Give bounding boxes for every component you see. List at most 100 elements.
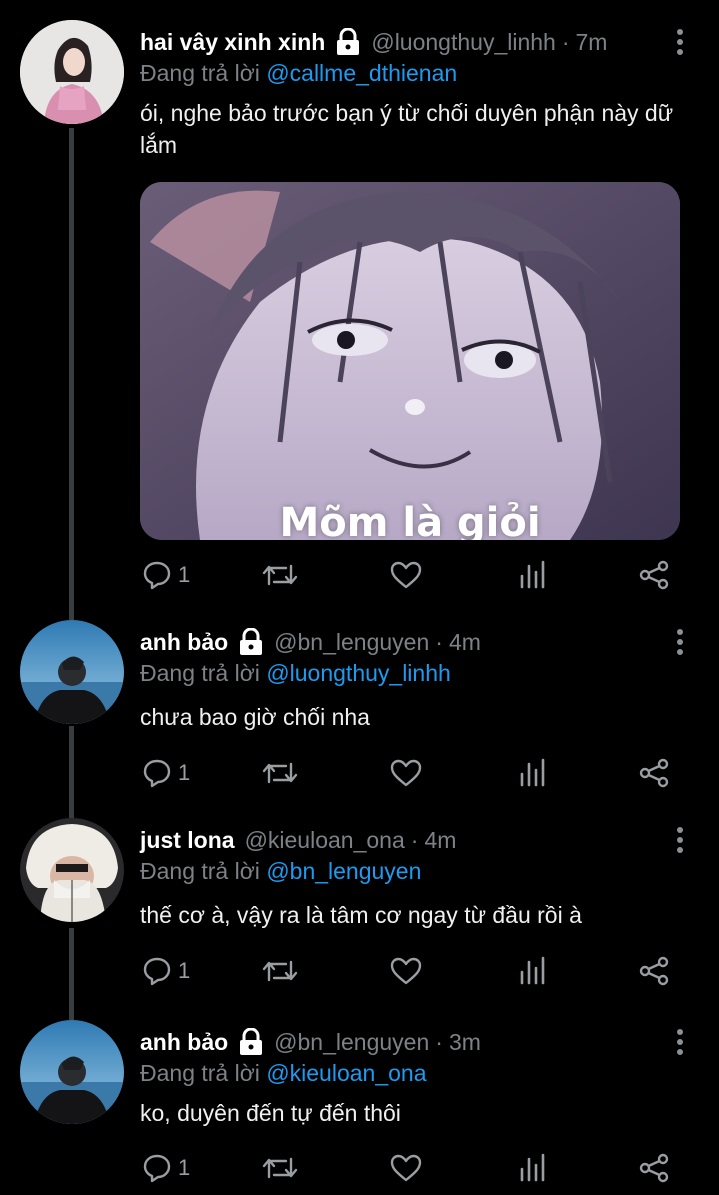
tweet-header: anh bảo @bn_lenguyen · 3m [140,1026,481,1058]
reply-count: 1 [178,760,191,785]
share-icon [638,560,670,590]
more-options-icon[interactable] [675,1028,685,1056]
reply-icon [142,1153,172,1183]
share-button[interactable] [638,753,670,793]
replying-to-label: Đang trả lời [140,660,260,686]
share-button[interactable] [638,1148,670,1188]
like-icon [390,1153,422,1183]
like-icon [390,560,422,590]
views-icon [519,758,547,788]
retweet-button[interactable] [262,753,298,793]
reply-icon [142,758,172,788]
share-icon [638,758,670,788]
display-name[interactable]: anh bảo [140,629,228,656]
tweet-header: just lona @kieuloan_ona · 4m [140,824,456,856]
tweet[interactable]: anh bảo @bn_lenguyen · 3m Đang trả lời @… [0,1020,719,1195]
retweet-button[interactable] [262,1148,298,1188]
replying-to: Đang trả lời @callme_dthienan [140,60,457,87]
retweet-icon [262,758,298,788]
tweet-actions: 1 [140,1148,675,1188]
timestamp[interactable]: 4m [424,827,456,854]
replying-to-label: Đang trả lời [140,1060,260,1086]
username[interactable]: @luongthuy_linhh [371,29,555,56]
separator-dot: · [435,628,443,655]
like-icon [390,956,422,986]
tweet[interactable]: hai vây xinh xinh @luongthuy_linhh · 7m … [0,20,719,606]
separator-dot: · [410,826,419,853]
like-button[interactable] [390,1148,422,1188]
reply-icon [142,956,172,986]
views-button[interactable] [519,753,547,793]
share-button[interactable] [638,555,670,595]
more-options-icon[interactable] [675,28,685,56]
views-button[interactable] [519,1148,547,1188]
retweet-icon [262,560,298,590]
replying-to-handle[interactable]: @callme_dthienan [266,60,457,86]
timestamp[interactable]: 4m [449,629,481,656]
tweet-header: anh bảo @bn_lenguyen · 4m [140,626,481,658]
meme-image [140,182,680,540]
reply-button[interactable]: 1 [142,951,190,991]
replying-to-label: Đang trả lời [140,858,260,884]
views-button[interactable] [519,555,547,595]
like-button[interactable] [390,753,422,793]
retweet-icon [262,956,298,986]
tweet-text: chưa bao giờ chối nha [140,704,370,730]
replying-to-handle[interactable]: @luongthuy_linhh [266,660,450,686]
tweet[interactable]: anh bảo @bn_lenguyen · 4m Đang trả lời @… [0,620,719,800]
tweet-header: hai vây xinh xinh @luongthuy_linhh · 7m [140,26,607,58]
like-button[interactable] [390,555,422,595]
avatar[interactable] [20,20,124,124]
more-options-icon[interactable] [675,628,685,656]
tweet-text: thế cơ à, vậy ra là tâm cơ ngay từ đầu r… [140,902,582,928]
replying-to: Đang trả lời @luongthuy_linhh [140,660,451,687]
retweet-button[interactable] [262,555,298,595]
display-name[interactable]: anh bảo [140,1029,228,1056]
display-name[interactable]: just lona [140,827,235,854]
reply-count: 1 [178,562,191,587]
share-button[interactable] [638,951,670,991]
views-button[interactable] [519,951,547,991]
like-icon [390,758,422,788]
retweet-icon [262,1153,298,1183]
replying-to-handle[interactable]: @bn_lenguyen [266,858,421,884]
more-options-icon[interactable] [675,826,685,854]
reply-icon [142,560,172,590]
avatar[interactable] [20,818,124,922]
tweet-text: ói, nghe bảo trước bạn ý từ chối duyên p… [140,100,674,158]
reply-button[interactable]: 1 [142,1148,190,1188]
timestamp[interactable]: 3m [449,1029,481,1056]
avatar[interactable] [20,1020,124,1124]
like-button[interactable] [390,951,422,991]
tweet-media[interactable]: Mõm là giỏi [140,182,680,540]
lock-icon [238,627,264,656]
views-icon [519,560,547,590]
username[interactable]: @kieuloan_ona [245,827,405,854]
reply-button[interactable]: 1 [142,555,190,595]
reply-button[interactable]: 1 [142,753,190,793]
username[interactable]: @bn_lenguyen [274,1029,429,1056]
display-name[interactable]: hai vây xinh xinh [140,29,325,56]
tweet-actions: 1 [140,555,675,595]
tweet[interactable]: just lona @kieuloan_ona · 4m Đang trả lờ… [0,818,719,998]
views-icon [519,1153,547,1183]
replying-to: Đang trả lời @kieuloan_ona [140,1060,427,1087]
reply-count: 1 [178,958,191,983]
username[interactable]: @bn_lenguyen [274,629,429,656]
share-icon [638,956,670,986]
replying-to-handle[interactable]: @kieuloan_ona [266,1060,426,1086]
media-caption: Mõm là giỏi [279,500,541,540]
separator-dot: · [561,28,570,55]
separator-dot: · [435,1028,443,1055]
tweet-actions: 1 [140,951,675,991]
lock-icon [238,1027,264,1056]
tweet-actions: 1 [140,753,675,793]
timestamp[interactable]: 7m [576,29,608,56]
lock-icon [335,27,361,56]
retweet-button[interactable] [262,951,298,991]
tweet-text: ko, duyên đến tự đến thôi [140,1100,401,1126]
replying-to-label: Đang trả lời [140,60,260,86]
reply-count: 1 [178,1155,191,1180]
avatar[interactable] [20,620,124,724]
replying-to: Đang trả lời @bn_lenguyen [140,858,421,885]
